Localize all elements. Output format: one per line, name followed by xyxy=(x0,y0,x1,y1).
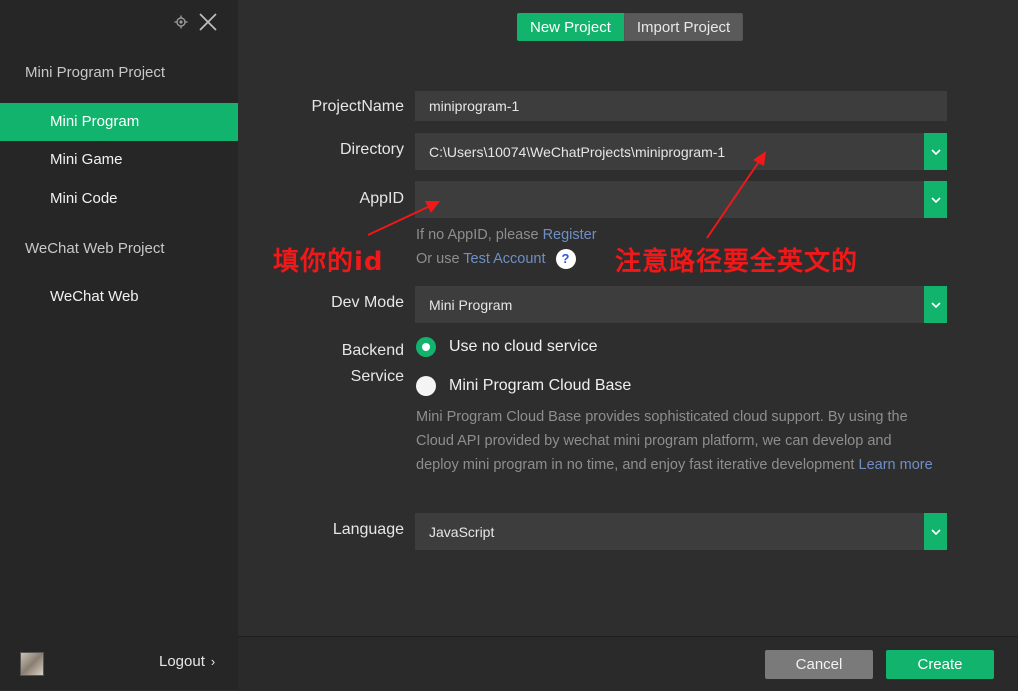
project-tabs: New Project Import Project xyxy=(517,13,744,41)
directory-value: C:\Users\10074\WeChatProjects\miniprogra… xyxy=(429,143,726,160)
tab-new-project[interactable]: New Project xyxy=(517,13,624,41)
project-name-input[interactable]: miniprogram-1 xyxy=(415,91,947,121)
create-button[interactable]: Create xyxy=(886,650,994,679)
appid-dropdown-button[interactable] xyxy=(924,181,947,218)
radio-checked-icon[interactable] xyxy=(416,337,436,357)
backend-label-line1: Backend xyxy=(341,342,404,359)
appid-hint-register: If no AppID, please Register xyxy=(416,227,597,243)
tab-import-project[interactable]: Import Project xyxy=(623,13,744,41)
learn-more-link[interactable]: Learn more xyxy=(859,457,933,473)
appid-label: AppID xyxy=(359,190,404,207)
appid-input[interactable] xyxy=(415,181,947,218)
directory-dropdown-button[interactable] xyxy=(924,133,947,170)
chevron-down-icon xyxy=(930,528,941,535)
directory-label: Directory xyxy=(339,141,404,158)
chevron-down-icon xyxy=(930,196,941,203)
language-dropdown-button[interactable] xyxy=(924,513,947,550)
window-controls xyxy=(172,10,222,34)
dev-mode-value: Mini Program xyxy=(429,296,513,313)
sidebar-item-mini-code[interactable]: Mini Code xyxy=(0,180,238,218)
chevron-down-icon xyxy=(930,301,941,308)
dev-mode-select[interactable]: Mini Program xyxy=(415,286,947,323)
sidebar-item-wechat-web[interactable]: WeChat Web xyxy=(0,278,238,316)
logout-label: Logout xyxy=(159,653,205,670)
hint-no-appid-text: If no AppID, please xyxy=(416,227,539,243)
radio-cloud-base[interactable]: Mini Program Cloud Base xyxy=(416,376,631,396)
avatar[interactable] xyxy=(20,652,44,676)
gear-icon[interactable] xyxy=(174,15,188,29)
close-icon[interactable] xyxy=(198,12,218,32)
cancel-button[interactable]: Cancel xyxy=(765,650,873,679)
chevron-right-icon: › xyxy=(210,654,216,669)
language-label: Language xyxy=(332,521,404,538)
backend-label-line2: Service xyxy=(350,368,404,385)
directory-input[interactable]: C:\Users\10074\WeChatProjects\miniprogra… xyxy=(415,133,947,170)
annotation-path-note: 注意路径要全英文的 xyxy=(615,247,859,277)
radio-unchecked-icon[interactable] xyxy=(416,376,436,396)
radio-cloud-base-label: Mini Program Cloud Base xyxy=(449,377,632,394)
annotation-appid-note: 填你的id xyxy=(273,247,384,277)
radio-no-cloud-label: Use no cloud service xyxy=(449,338,598,355)
language-select[interactable]: JavaScript xyxy=(415,513,947,550)
help-icon[interactable]: ? xyxy=(555,249,576,269)
section-title-wechat-web-project: WeChat Web Project xyxy=(25,240,165,257)
hint-or-use-text: Or use xyxy=(416,250,460,267)
sidebar-item-mini-program[interactable]: Mini Program xyxy=(0,103,238,141)
sidebar-item-mini-game[interactable]: Mini Game xyxy=(0,141,238,179)
cloud-base-description: Mini Program Cloud Base provides sophist… xyxy=(416,405,936,477)
sidebar: Mini Program Project Mini Program Mini G… xyxy=(0,0,238,690)
cloud-base-description-text: Mini Program Cloud Base provides sophist… xyxy=(416,409,908,473)
project-name-value: miniprogram-1 xyxy=(429,98,520,114)
appid-hint-test-account: Or use Test Account? xyxy=(416,249,576,269)
test-account-link[interactable]: Test Account xyxy=(463,251,545,267)
chevron-down-icon xyxy=(930,148,941,155)
dev-mode-label: Dev Mode xyxy=(331,294,404,311)
register-link[interactable]: Register xyxy=(543,227,597,243)
language-value: JavaScript xyxy=(429,523,495,540)
dev-mode-dropdown-button[interactable] xyxy=(924,286,947,323)
section-title-mini-program-project: Mini Program Project xyxy=(25,64,166,81)
logout-button[interactable]: Logout › xyxy=(159,653,215,670)
radio-no-cloud-service[interactable]: Use no cloud service xyxy=(416,337,598,357)
project-name-label: ProjectName xyxy=(311,98,404,115)
